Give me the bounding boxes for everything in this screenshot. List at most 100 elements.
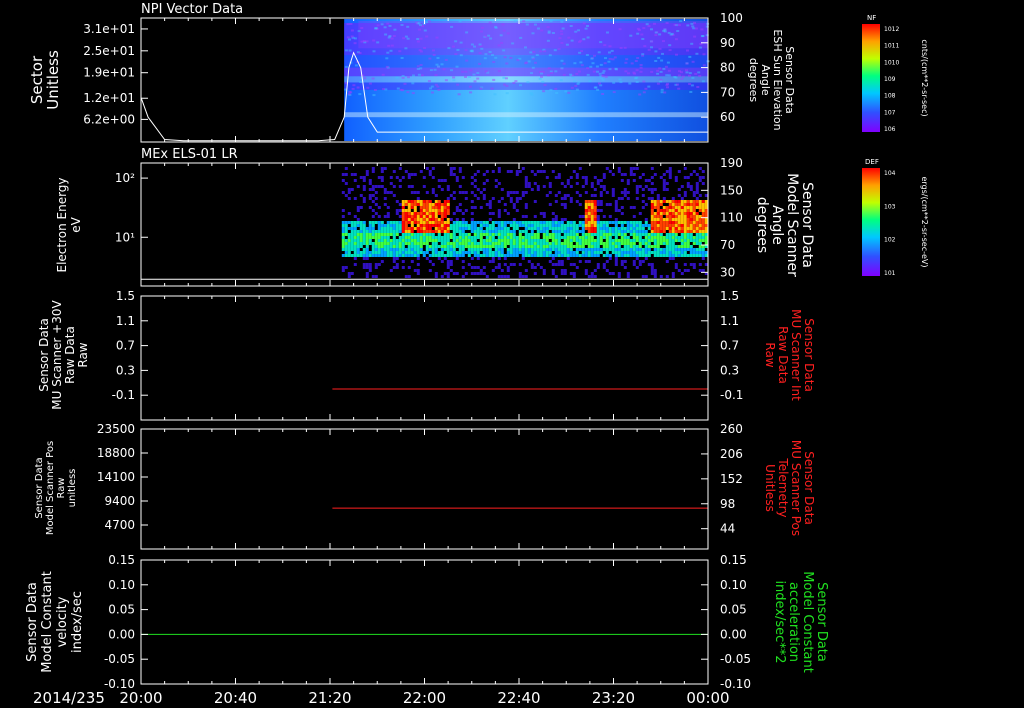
els-cell xyxy=(665,248,669,251)
els-cell xyxy=(674,263,678,266)
els-cell xyxy=(395,242,399,245)
els-cell xyxy=(638,227,642,230)
npi-cell xyxy=(468,75,472,78)
els-cell xyxy=(689,245,693,248)
npi-cell xyxy=(586,67,590,70)
els-cell xyxy=(362,266,366,269)
els-cell xyxy=(410,239,414,242)
els-cell xyxy=(494,239,498,242)
els-cell xyxy=(644,203,648,206)
els-cell xyxy=(506,275,510,278)
npi-cell xyxy=(635,69,639,72)
els-cell xyxy=(623,236,627,239)
els-cell xyxy=(563,185,567,188)
npi-cell xyxy=(502,29,506,32)
npi-cell xyxy=(500,41,504,44)
colorbar-npi-ticks: 101210111010109108107106 xyxy=(884,26,899,133)
els-cell xyxy=(638,224,642,227)
els-cell xyxy=(614,254,618,257)
els-cell xyxy=(404,236,408,239)
els-cell xyxy=(428,203,432,206)
els-cell xyxy=(464,224,468,227)
npi-cell xyxy=(505,92,509,95)
els-cell xyxy=(500,197,504,200)
els-cell xyxy=(650,167,654,170)
npi-cell xyxy=(647,48,651,51)
els-cell xyxy=(671,221,675,224)
els-cell xyxy=(440,236,444,239)
els-cell xyxy=(608,233,612,236)
els-cell xyxy=(659,215,663,218)
els-cell xyxy=(428,260,432,263)
els-cell xyxy=(449,245,453,248)
npi-cell xyxy=(537,27,540,30)
npi-cell xyxy=(627,72,630,75)
els-cell xyxy=(443,257,447,260)
els-cell xyxy=(584,260,588,263)
els-cell xyxy=(638,263,642,266)
els-cell xyxy=(563,203,567,206)
time-tick-label: 20:00 xyxy=(119,689,162,707)
els-cell xyxy=(470,212,474,215)
els-cell xyxy=(698,254,702,257)
els-cell xyxy=(644,254,648,257)
els-cell xyxy=(413,239,417,242)
els-cell xyxy=(689,206,693,209)
els-cell xyxy=(482,224,486,227)
els-cell xyxy=(602,215,606,218)
npi-cell xyxy=(372,50,376,53)
els-cell xyxy=(662,173,666,176)
els-cell xyxy=(467,227,471,230)
npi-cell xyxy=(647,85,651,88)
els-cell xyxy=(392,233,396,236)
els-cell xyxy=(512,203,516,206)
els-cell xyxy=(617,221,621,224)
els-cell xyxy=(557,254,561,257)
els-cell xyxy=(650,203,654,206)
y2-tick-label: 30 xyxy=(720,265,735,279)
els-cell xyxy=(584,224,588,227)
npi-cell xyxy=(586,25,589,27)
els-cell xyxy=(413,215,417,218)
els-cell xyxy=(506,221,510,224)
els-cell xyxy=(596,251,600,254)
els-cell xyxy=(446,251,450,254)
els-cell xyxy=(383,203,387,206)
npi-cell xyxy=(701,35,705,37)
els-cell xyxy=(659,242,663,245)
els-cell xyxy=(644,242,648,245)
npi-cell xyxy=(469,50,473,53)
els-cell xyxy=(515,254,519,257)
npi-cell xyxy=(700,28,704,31)
npi-cell xyxy=(664,65,668,68)
els-cell xyxy=(701,212,705,215)
y2-tick-label: 44 xyxy=(720,522,735,536)
els-cell xyxy=(623,227,627,230)
npi-cell xyxy=(376,24,380,27)
els-cell xyxy=(506,227,510,230)
els-cell xyxy=(434,236,438,239)
els-cell xyxy=(695,221,699,224)
els-cell xyxy=(389,221,393,224)
els-cell xyxy=(545,224,549,227)
els-cell xyxy=(488,242,492,245)
els-cell xyxy=(683,194,687,197)
els-cell xyxy=(635,185,639,188)
els-cell xyxy=(584,242,588,245)
els-cell xyxy=(575,224,579,227)
npi-cell xyxy=(356,86,360,89)
els-cell xyxy=(617,170,621,173)
els-cell xyxy=(650,227,654,230)
els-cell xyxy=(698,224,702,227)
colorbar-npi: NF cnts/(cm**2-sr-sec) 10121011101010910… xyxy=(862,14,929,133)
els-cell xyxy=(449,170,453,173)
els-cell xyxy=(680,221,684,224)
els-cell xyxy=(344,182,348,185)
els-cell xyxy=(689,200,693,203)
els-cell xyxy=(380,170,384,173)
els-cell xyxy=(590,242,594,245)
els-cell xyxy=(587,221,591,224)
els-cell xyxy=(359,230,363,233)
els-cell xyxy=(635,191,639,194)
els-cell xyxy=(590,224,594,227)
